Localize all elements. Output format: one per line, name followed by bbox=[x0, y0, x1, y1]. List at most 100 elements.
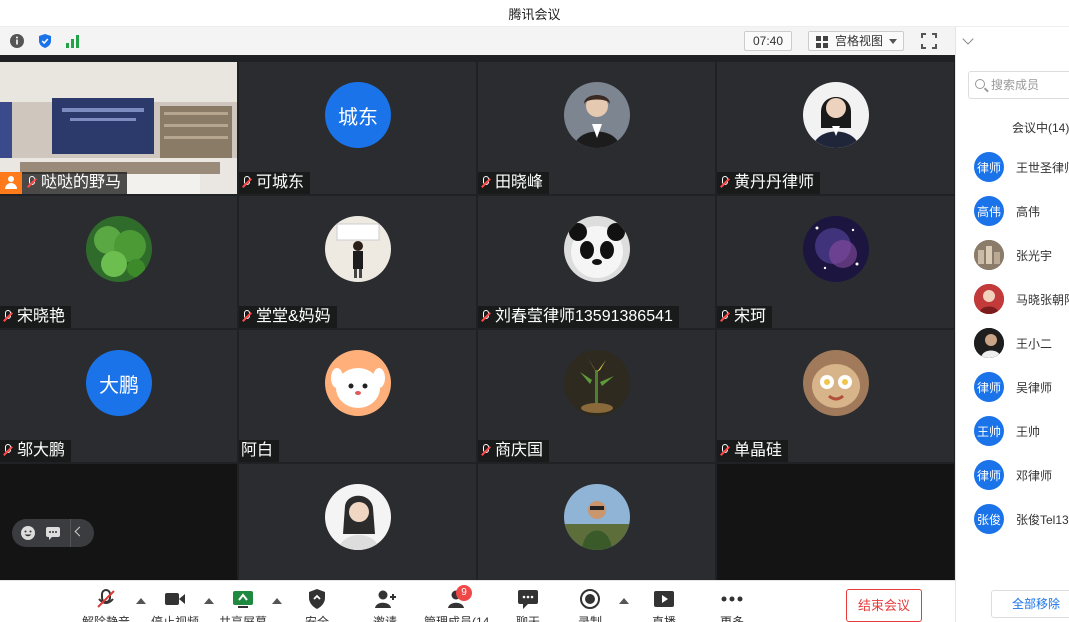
member-row[interactable]: 律师 邓律师 bbox=[956, 455, 1069, 499]
unmute-button[interactable]: 解除静音 bbox=[76, 585, 136, 622]
participant-tile[interactable] bbox=[478, 464, 715, 580]
end-meeting-button[interactable]: 结束会议 bbox=[846, 589, 922, 622]
emoji-icon[interactable] bbox=[20, 525, 36, 546]
participant-nameplate: 宋晓艳 bbox=[0, 306, 72, 328]
invite-label: 邀请 bbox=[372, 615, 397, 622]
info-icon[interactable] bbox=[8, 32, 25, 49]
participant-name: 邬大鹏 bbox=[17, 442, 66, 459]
share-screen-button[interactable]: 共享屏幕 bbox=[213, 585, 273, 622]
participant-tile[interactable]: 宋晓艳 bbox=[0, 196, 237, 328]
share-screen-icon bbox=[232, 589, 254, 609]
security-label: 安全 bbox=[304, 615, 329, 622]
chat-button[interactable]: 聊天 bbox=[498, 585, 558, 622]
participant-tile[interactable]: 大鹏 邬大鹏 bbox=[0, 330, 237, 462]
participant-name: 宋珂 bbox=[734, 308, 767, 325]
member-avatar: 王帅 bbox=[974, 416, 1004, 446]
participant-nameplate: 哒哒的野马 bbox=[0, 172, 128, 194]
live-icon bbox=[653, 589, 675, 609]
stop-video-button[interactable]: 停止视频 bbox=[145, 585, 205, 622]
participant-tile[interactable]: 阿白 bbox=[239, 330, 476, 462]
more-button[interactable]: 更多 bbox=[702, 585, 762, 622]
photo-avatar bbox=[86, 216, 152, 282]
member-row[interactable]: 张光宇 bbox=[956, 235, 1069, 279]
chat-bubble-icon[interactable] bbox=[45, 525, 61, 546]
member-row[interactable]: 王帅 王帅 bbox=[956, 411, 1069, 455]
participant-tile[interactable]: 城东 可城东 bbox=[239, 62, 476, 194]
photo-avatar bbox=[564, 484, 630, 550]
remove-all-button[interactable]: 全部移除 bbox=[991, 590, 1069, 618]
fullscreen-icon[interactable] bbox=[921, 33, 937, 49]
record-options-caret[interactable] bbox=[619, 598, 629, 604]
meeting-toolbar: 07:40 宫格视图 bbox=[0, 27, 955, 55]
security-button[interactable]: 安全 bbox=[287, 585, 347, 622]
member-row[interactable]: 律师 吴律师 bbox=[956, 367, 1069, 411]
unmute-label: 解除静音 bbox=[81, 615, 130, 622]
member-name: 张俊Tel1384 bbox=[1016, 513, 1069, 527]
window-title: 腾讯会议 bbox=[508, 7, 561, 22]
chevron-left-icon[interactable] bbox=[74, 526, 85, 537]
more-icon bbox=[721, 589, 743, 609]
participant-tile[interactable]: 刘春莹律师13591386541 bbox=[478, 196, 715, 328]
video-grid: 哒哒的野马 城东 可城东 田晓峰 黄丹丹律师 宋晓艳 堂堂&妈妈 刘春莹律师13… bbox=[0, 55, 955, 580]
mic-muted-icon bbox=[95, 589, 117, 609]
participant-nameplate: 邬大鹏 bbox=[0, 440, 72, 462]
reaction-chat-pill bbox=[12, 519, 94, 547]
member-name: 王世圣律师 bbox=[1016, 161, 1069, 175]
participant-nameplate: 可城东 bbox=[239, 172, 311, 194]
participant-tile[interactable]: 田晓峰 bbox=[478, 62, 715, 194]
record-button[interactable]: 录制 bbox=[560, 585, 620, 622]
record-label: 录制 bbox=[577, 615, 602, 622]
participant-tile[interactable]: 黄丹丹律师 bbox=[717, 62, 954, 194]
participant-name: 堂堂&妈妈 bbox=[256, 308, 331, 325]
chevron-down-icon[interactable] bbox=[962, 33, 974, 45]
signal-bars-icon[interactable] bbox=[64, 32, 81, 49]
search-icon bbox=[975, 79, 985, 89]
mic-muted-icon bbox=[2, 444, 14, 458]
participant-tile[interactable]: 单晶硅 bbox=[717, 330, 954, 462]
participant-nameplate: 黄丹丹律师 bbox=[717, 172, 821, 194]
participant-tile[interactable]: 堂堂&妈妈 bbox=[239, 196, 476, 328]
mic-muted-icon bbox=[480, 176, 492, 190]
members-panel: 搜索成员 会议中(14) 律师 王世圣律师 高伟 高伟 张光宇 bbox=[955, 27, 1069, 622]
members-count-badge: 9 bbox=[456, 585, 472, 601]
chat-icon bbox=[517, 589, 539, 609]
meeting-timer: 07:40 bbox=[744, 31, 792, 51]
participant-tile[interactable] bbox=[239, 464, 476, 580]
member-name: 王小二 bbox=[1016, 337, 1053, 351]
bottom-toolbar: 解除静音 停止视频 共享屏幕 安全 邀请 管理成员(14) 聊天 录制 直播 更… bbox=[0, 580, 955, 622]
member-row[interactable]: 马晓张朝阳 bbox=[956, 279, 1069, 323]
participant-name: 哒哒的野马 bbox=[41, 174, 122, 191]
member-name: 高伟 bbox=[1016, 205, 1041, 219]
member-row[interactable]: 高伟 高伟 bbox=[956, 191, 1069, 235]
live-button[interactable]: 直播 bbox=[634, 585, 694, 622]
member-row[interactable]: 王小二 bbox=[956, 323, 1069, 367]
member-avatar: 律师 bbox=[974, 152, 1004, 182]
share-options-caret[interactable] bbox=[272, 598, 282, 604]
member-name: 吴律师 bbox=[1016, 381, 1053, 395]
member-name: 邓律师 bbox=[1016, 469, 1053, 483]
divider bbox=[70, 519, 71, 547]
shield-icon[interactable] bbox=[36, 32, 53, 49]
participant-name: 刘春莹律师13591386541 bbox=[495, 308, 673, 325]
photo-avatar bbox=[803, 216, 869, 282]
participant-tile[interactable]: 宋珂 bbox=[717, 196, 954, 328]
invite-button[interactable]: 邀请 bbox=[355, 585, 415, 622]
participant-nameplate: 商庆国 bbox=[478, 440, 550, 462]
photo-avatar bbox=[325, 216, 391, 282]
participant-tile[interactable]: 商庆国 bbox=[478, 330, 715, 462]
view-label: 宫格视图 bbox=[835, 34, 884, 48]
member-avatar bbox=[974, 240, 1004, 270]
member-avatar: 律师 bbox=[974, 372, 1004, 402]
member-list: 律师 王世圣律师 高伟 高伟 张光宇 马晓张朝阳 bbox=[956, 147, 1069, 583]
member-row[interactable]: 张俊 张俊Tel1384 bbox=[956, 499, 1069, 543]
member-search-input[interactable]: 搜索成员 bbox=[968, 71, 1069, 99]
grid-view-dropdown[interactable]: 宫格视图 bbox=[808, 31, 904, 51]
photo-avatar bbox=[564, 350, 630, 416]
more-label: 更多 bbox=[719, 615, 744, 622]
mic-muted-icon bbox=[241, 310, 253, 324]
title-bar: 腾讯会议 bbox=[0, 0, 1069, 27]
mic-muted-icon bbox=[480, 444, 492, 458]
participant-tile[interactable]: 哒哒的野马 bbox=[0, 62, 237, 194]
participant-name: 可城东 bbox=[256, 174, 305, 191]
member-row[interactable]: 律师 王世圣律师 bbox=[956, 147, 1069, 191]
